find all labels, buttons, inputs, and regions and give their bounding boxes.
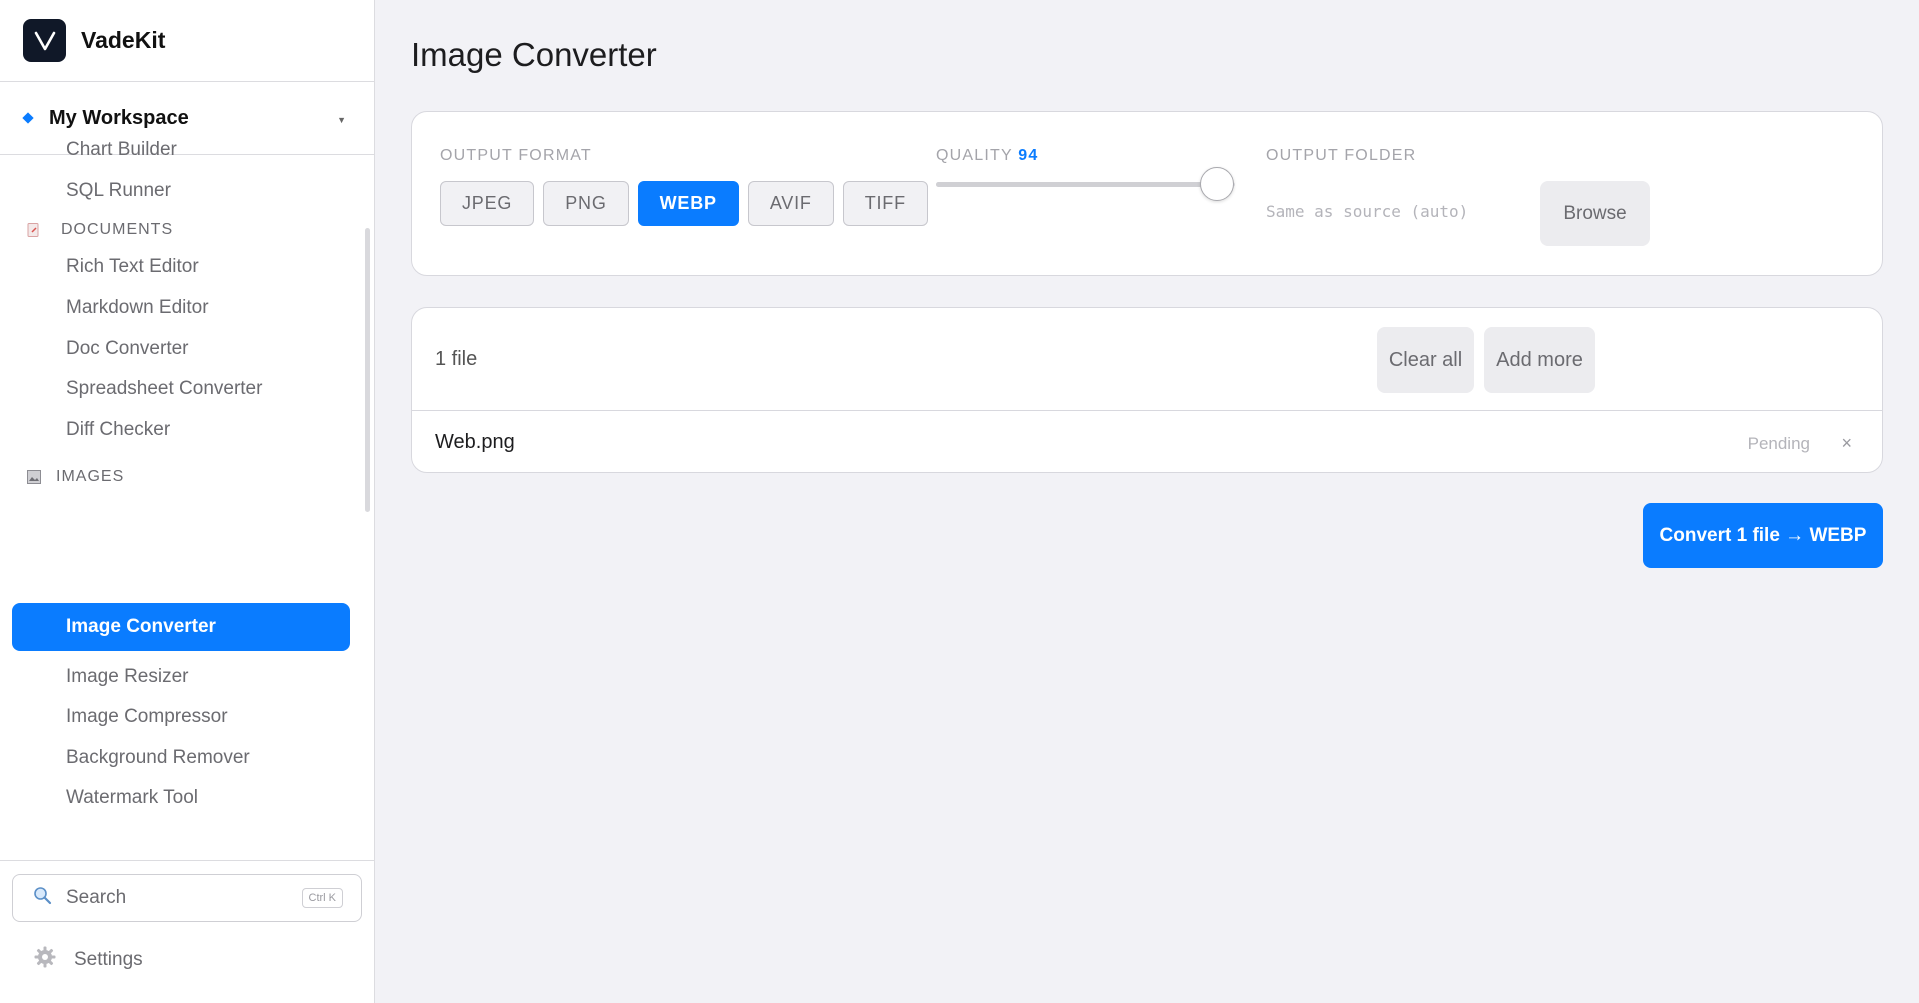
search-input[interactable]: Search Ctrl K <box>12 874 362 922</box>
file-list-header: 1 file Clear all Add more <box>412 308 1882 411</box>
sidebar-scrollbar[interactable] <box>365 228 370 512</box>
format-selector: JPEG PNG WEBP AVIF TIFF <box>440 181 928 226</box>
quality-value: 94 <box>1018 147 1039 164</box>
clear-all-button[interactable]: Clear all <box>1377 327 1474 393</box>
quality-slider-fill <box>936 182 1218 187</box>
image-icon <box>27 470 41 484</box>
sidebar-item-watermark-tool[interactable]: Watermark Tool <box>66 787 198 809</box>
page-title: Image Converter <box>411 36 657 73</box>
document-icon <box>27 223 41 237</box>
conversion-options-card: OUTPUT FORMAT JPEG PNG WEBP AVIF TIFF QU… <box>411 111 1883 276</box>
search-placeholder: Search <box>66 887 127 908</box>
quality-label-group: QUALITY 94 <box>936 147 1038 165</box>
output-folder-label: OUTPUT FOLDER <box>1266 147 1417 164</box>
app-logo-icon <box>23 19 66 62</box>
sidebar-item-doc-converter[interactable]: Doc Converter <box>66 338 189 360</box>
sidebar-item-background-remover[interactable]: Background Remover <box>66 747 250 769</box>
main-content: Image Converter OUTPUT FORMAT JPEG PNG W… <box>376 0 1919 1003</box>
sidebar-nav: Chart Builder SQL Runner DOCUMENTS Rich … <box>0 139 375 860</box>
sidebar-item-rich-text-editor[interactable]: Rich Text Editor <box>66 256 199 278</box>
section-images-title: IMAGES <box>56 468 125 485</box>
sidebar-item-spreadsheet-converter[interactable]: Spreadsheet Converter <box>66 378 262 400</box>
quality-slider[interactable] <box>936 167 1235 201</box>
workspace-diamond-icon <box>22 112 34 124</box>
app-name: VadeKit <box>81 27 166 53</box>
workspace-switcher[interactable]: My Workspace ▼ <box>0 82 374 155</box>
section-images: IMAGES <box>27 468 124 486</box>
quality-slider-thumb[interactable] <box>1200 167 1235 201</box>
file-status: Pending <box>1747 434 1810 453</box>
sidebar-item-image-resizer[interactable]: Image Resizer <box>66 666 189 688</box>
file-row: Web.png Pending × <box>412 411 1882 472</box>
format-avif-button[interactable]: AVIF <box>747 181 834 226</box>
file-count: 1 file <box>435 348 478 370</box>
format-tiff-button[interactable]: TIFF <box>842 181 928 226</box>
workspace-name: My Workspace <box>49 106 189 129</box>
sidebar: VadeKit My Workspace ▼ Chart Builder SQL… <box>0 0 375 1003</box>
sidebar-item-sql-runner[interactable]: SQL Runner <box>66 180 171 202</box>
format-jpeg-button[interactable]: JPEG <box>440 181 535 226</box>
sidebar-item-markdown-editor[interactable]: Markdown Editor <box>66 297 209 319</box>
settings-label: Settings <box>74 948 143 970</box>
add-more-button[interactable]: Add more <box>1484 327 1595 393</box>
sidebar-item-chart-builder[interactable]: Chart Builder <box>66 139 177 161</box>
format-png-button[interactable]: PNG <box>543 181 629 226</box>
sidebar-footer: Search Ctrl K Settings <box>0 860 375 1003</box>
output-folder-field[interactable]: Same as source (auto) <box>1266 202 1468 221</box>
remove-file-icon[interactable]: × <box>1841 433 1852 454</box>
file-list-card: 1 file Clear all Add more Web.png Pendin… <box>411 307 1883 473</box>
section-documents-title: DOCUMENTS <box>61 221 174 238</box>
output-format-label: OUTPUT FORMAT <box>440 147 592 164</box>
section-documents: DOCUMENTS <box>27 221 173 239</box>
settings-link[interactable]: Settings <box>33 945 143 974</box>
browse-button[interactable]: Browse <box>1540 181 1650 246</box>
sidebar-item-diff-checker[interactable]: Diff Checker <box>66 419 170 441</box>
file-name: Web.png <box>435 431 515 453</box>
format-webp-button[interactable]: WEBP <box>637 181 739 226</box>
search-shortcut: Ctrl K <box>301 888 343 908</box>
sidebar-item-image-compressor[interactable]: Image Compressor <box>66 706 228 728</box>
sidebar-item-image-converter[interactable]: Image Converter <box>12 603 350 651</box>
quality-label: QUALITY <box>936 147 1013 164</box>
convert-button[interactable]: Convert 1 file → WEBP <box>1643 503 1883 568</box>
gear-icon <box>33 945 57 974</box>
caret-down-icon: ▼ <box>337 115 346 125</box>
brand[interactable]: VadeKit <box>0 0 374 82</box>
search-icon <box>33 886 52 910</box>
